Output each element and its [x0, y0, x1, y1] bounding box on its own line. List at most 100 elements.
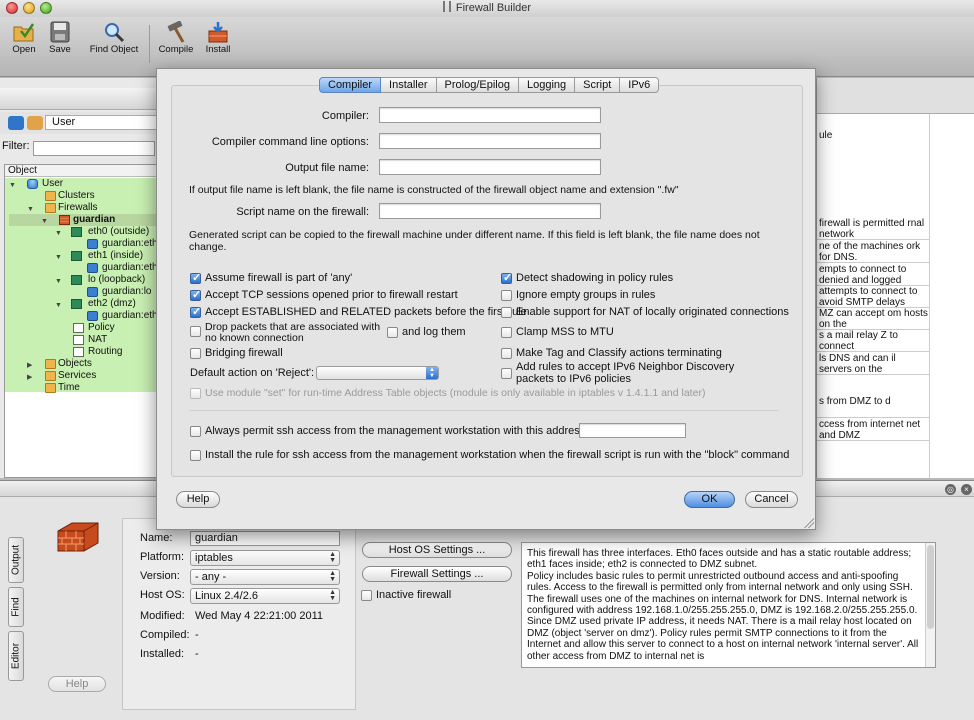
rule-comment-cell[interactable]: s from DMZ to d [817, 396, 929, 418]
tab-logging[interactable]: Logging [518, 77, 576, 93]
back-arrow-icon[interactable] [8, 116, 24, 130]
rules-header-strip [817, 78, 974, 114]
tab-script[interactable]: Script [575, 77, 621, 93]
output-file-label: Output file name: [285, 162, 369, 174]
interface-icon [71, 227, 82, 237]
policy-icon [73, 335, 84, 345]
checkbox-box[interactable] [190, 450, 201, 461]
address-icon [87, 263, 98, 273]
checkbox-box[interactable] [501, 348, 512, 359]
disclosure-triangle-icon[interactable]: ▶ [27, 372, 32, 384]
checkbox-box[interactable] [190, 388, 201, 399]
installed-value: - [195, 648, 199, 660]
compiler-input[interactable] [379, 107, 601, 123]
hostos-select[interactable]: Linux 2.4/2.6 ▲ ▼ [190, 588, 340, 604]
install-icon [208, 22, 228, 43]
checkbox-box[interactable] [190, 326, 201, 337]
save-button[interactable]: Save [44, 17, 76, 77]
checkbox-box[interactable] [361, 590, 372, 601]
object-panel-header [0, 88, 158, 110]
library-nav: User [0, 112, 158, 134]
find-object-button[interactable]: Find Object [84, 17, 144, 77]
interface-icon [71, 251, 82, 261]
tab-output[interactable]: Output [8, 537, 24, 583]
firewall-settings-dialog: Compiler Installer Prolog/Epilog Logging… [156, 68, 816, 530]
installed-label: Installed: [140, 648, 185, 660]
rule-comment-cell[interactable]: ccess from internet net and DMZ [817, 419, 929, 441]
reject-action-select[interactable]: ▲ ▼ [316, 366, 439, 380]
disclosure-triangle-icon[interactable]: ▼ [9, 180, 16, 192]
tab-find[interactable]: Find [8, 587, 24, 627]
checkbox-box[interactable] [190, 348, 201, 359]
minimize-window-button[interactable] [23, 2, 35, 14]
toolbar-separator [149, 25, 150, 63]
cancel-button[interactable]: Cancel [745, 491, 798, 508]
checkbox-box[interactable] [190, 271, 201, 284]
disclosure-triangle-icon[interactable]: ▼ [55, 252, 62, 264]
checkbox-box[interactable] [190, 426, 201, 437]
library-selector[interactable]: User [45, 115, 158, 130]
output-file-input[interactable] [379, 159, 601, 175]
section-divider [189, 410, 779, 411]
tab-installer[interactable]: Installer [381, 77, 437, 93]
checkbox-box[interactable] [387, 327, 398, 338]
comment-field[interactable]: This firewall has three interfaces. Eth0… [521, 542, 936, 668]
disclosure-triangle-icon[interactable]: ▼ [55, 300, 62, 312]
filter-input[interactable] [33, 141, 155, 156]
close-panel-icon[interactable]: × [961, 484, 972, 495]
tab-editor[interactable]: Editor [8, 631, 24, 681]
checkbox-box[interactable] [501, 290, 512, 301]
zoom-window-button[interactable] [40, 2, 52, 14]
comment-scrollbar[interactable] [925, 543, 935, 667]
editor-help-button[interactable]: Help [48, 676, 106, 692]
platform-select[interactable]: iptables ▲ ▼ [190, 550, 340, 566]
policy-icon [73, 347, 84, 357]
address-icon [87, 287, 98, 297]
resize-grip-icon[interactable] [804, 518, 814, 528]
version-select[interactable]: - any - ▲ ▼ [190, 569, 340, 585]
open-button[interactable]: Open [6, 17, 42, 77]
checkbox-box[interactable] [190, 288, 201, 301]
tab-prolog-epilog[interactable]: Prolog/Epilog [436, 77, 519, 93]
compiled-label: Compiled: [140, 629, 190, 641]
dialog-help-button[interactable]: Help [176, 491, 220, 508]
rule-comment-cell[interactable]: empts to connect to denied and logged [817, 264, 929, 286]
disclosure-triangle-icon[interactable]: ▼ [41, 216, 48, 228]
host-os-settings-button[interactable]: Host OS Settings ... [362, 542, 512, 558]
cmdline-label: Compiler command line options: [211, 136, 369, 148]
script-name-input[interactable] [379, 203, 601, 219]
rule-comment-cell[interactable]: MZ can accept om hosts on the [817, 308, 929, 330]
rule-comment-cell[interactable]: firewall is permitted rnal network [817, 218, 929, 240]
save-icon [50, 21, 70, 43]
checkbox-box[interactable] [501, 307, 512, 318]
platform-label: Platform: [140, 551, 185, 563]
scrollbar-knob[interactable] [927, 545, 934, 629]
rule-comment-cell[interactable]: s a mail relay Z to connect [817, 330, 929, 352]
select-arrows-icon: ▲ ▼ [329, 551, 336, 564]
rule-comment-cell[interactable]: ls DNS and can il servers on the [817, 353, 929, 375]
float-panel-icon[interactable]: ◎ [945, 484, 956, 495]
script-name-note: Generated script can be copied to the fi… [189, 229, 760, 253]
name-label: Name: [140, 532, 173, 544]
checkbox-box[interactable] [501, 271, 512, 284]
name-field[interactable]: guardian [190, 531, 340, 546]
disclosure-triangle-icon[interactable]: ▼ [55, 228, 62, 240]
rule-comment-cell[interactable]: attempts to connect to avoid SMTP delays [817, 286, 929, 308]
rule-comment-cell[interactable]: ne of the machines ork for DNS. [817, 241, 929, 263]
disclosure-triangle-icon[interactable]: ▼ [55, 276, 62, 288]
cmdline-input[interactable] [379, 133, 601, 149]
ok-button[interactable]: OK [684, 491, 735, 508]
checkbox-box[interactable] [190, 305, 201, 318]
tab-ipv6[interactable]: IPv6 [620, 77, 660, 93]
tab-compiler[interactable]: Compiler [319, 77, 382, 93]
ssh-address-input[interactable] [579, 423, 686, 438]
checkbox-box[interactable] [501, 327, 512, 338]
find-icon [105, 23, 125, 43]
tree-item-guardian[interactable]: ▼ guardian [9, 214, 157, 228]
app-icon [442, 1, 451, 12]
close-window-button[interactable] [6, 2, 18, 14]
firewall-settings-button[interactable]: Firewall Settings ... [362, 566, 512, 582]
checkbox-box[interactable] [501, 368, 512, 379]
compiler-label: Compiler: [321, 110, 369, 122]
disclosure-triangle-icon[interactable]: ▶ [27, 360, 32, 372]
